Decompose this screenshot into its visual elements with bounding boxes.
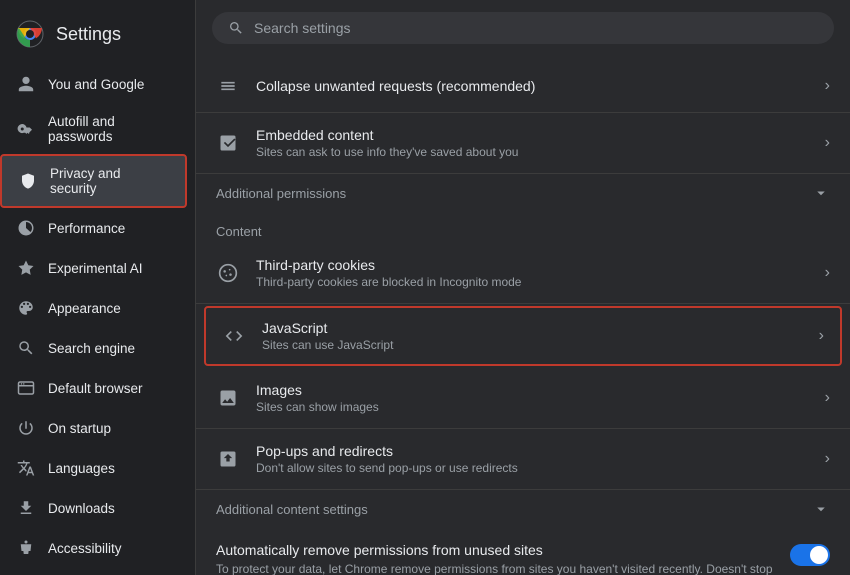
row-title: Embedded content <box>256 127 809 143</box>
sidebar-item-privacy[interactable]: Privacy and security <box>0 154 187 208</box>
palette-icon <box>16 298 36 318</box>
cookie-icon <box>216 261 240 285</box>
browser-icon <box>16 378 36 398</box>
sidebar-item-experimental[interactable]: Experimental AI <box>0 248 187 288</box>
chevron-right-icon: › <box>825 264 830 282</box>
search-input[interactable] <box>254 20 818 36</box>
row-title: Collapse unwanted requests (recommended) <box>256 78 809 94</box>
sidebar-item-performance[interactable]: Performance <box>0 208 187 248</box>
chevron-right-icon: › <box>825 450 830 468</box>
sidebar-item-label: Default browser <box>48 381 171 396</box>
star-icon <box>16 258 36 278</box>
person-icon <box>16 74 36 94</box>
additional-permissions-label: Additional permissions <box>216 186 346 201</box>
key-icon <box>16 119 36 139</box>
chevron-right-icon: › <box>819 327 824 345</box>
sidebar-item-label: Search engine <box>48 341 171 356</box>
app-title: Settings <box>56 24 121 45</box>
sidebar-item-you-and-google[interactable]: You and Google <box>0 64 187 104</box>
sidebar: Settings You and Google Autofill and pas… <box>0 0 196 575</box>
chevron-right-icon: › <box>825 77 830 95</box>
search-icon <box>228 20 244 36</box>
main-content: Collapse unwanted requests (recommended)… <box>196 0 850 575</box>
sidebar-item-label: Appearance <box>48 301 171 316</box>
sidebar-item-languages[interactable]: Languages <box>0 448 187 488</box>
additional-content-label: Additional content settings <box>216 502 368 517</box>
row-text: Pop-ups and redirects Don't allow sites … <box>256 443 809 475</box>
sidebar-item-downloads[interactable]: Downloads <box>0 488 187 528</box>
translate-icon <box>16 458 36 478</box>
gauge-icon <box>16 218 36 238</box>
code-icon <box>222 324 246 348</box>
auto-remove-toggle[interactable] <box>790 544 830 566</box>
sidebar-item-label: Autofill and passwords <box>48 114 171 144</box>
collapse-icon <box>216 74 240 98</box>
row-text: Images Sites can show images <box>256 382 809 414</box>
row-text: Third-party cookies Third-party cookies … <box>256 257 809 289</box>
sidebar-item-label: On startup <box>48 421 171 436</box>
popup-icon <box>216 447 240 471</box>
row-subtitle: Don't allow sites to send pop-ups or use… <box>256 461 809 475</box>
row-subtitle: Third-party cookies are blocked in Incog… <box>256 275 809 289</box>
sidebar-item-appearance[interactable]: Appearance <box>0 288 187 328</box>
sidebar-item-label: Experimental AI <box>48 261 171 276</box>
accessibility-icon <box>16 538 36 558</box>
additional-content-header[interactable]: Additional content settings <box>196 490 850 528</box>
collapse-unwanted-row[interactable]: Collapse unwanted requests (recommended)… <box>196 60 850 113</box>
row-subtitle: Sites can use JavaScript <box>262 338 803 352</box>
sidebar-item-accessibility[interactable]: Accessibility <box>0 528 187 568</box>
sidebar-item-search-engine[interactable]: Search engine <box>0 328 187 368</box>
row-title: Third-party cookies <box>256 257 809 273</box>
sidebar-item-label: Privacy and security <box>50 166 169 196</box>
power-icon <box>16 418 36 438</box>
sidebar-item-default-browser[interactable]: Default browser <box>0 368 187 408</box>
download-icon <box>16 498 36 518</box>
additional-permissions-header[interactable]: Additional permissions <box>196 174 850 212</box>
row-text: Collapse unwanted requests (recommended) <box>256 78 809 94</box>
expand-icon <box>812 500 830 518</box>
chrome-logo-icon <box>16 20 44 48</box>
image-icon <box>216 386 240 410</box>
row-title: Images <box>256 382 809 398</box>
chevron-right-icon: › <box>825 134 830 152</box>
javascript-row[interactable]: JavaScript Sites can use JavaScript › <box>204 306 842 366</box>
sidebar-item-label: Downloads <box>48 501 171 516</box>
toggle-title: Automatically remove permissions from un… <box>216 542 774 558</box>
toggle-text: Automatically remove permissions from un… <box>216 542 774 575</box>
sidebar-item-system[interactable]: System <box>0 568 187 575</box>
expand-icon <box>812 184 830 202</box>
sidebar-item-label: You and Google <box>48 77 171 92</box>
content-label: Content <box>196 212 850 243</box>
embedded-content-row[interactable]: Embedded content Sites can ask to use in… <box>196 113 850 174</box>
row-text: JavaScript Sites can use JavaScript <box>262 320 803 352</box>
search-bar[interactable] <box>212 12 834 44</box>
third-party-cookies-row[interactable]: Third-party cookies Third-party cookies … <box>196 243 850 304</box>
toggle-subtitle: To protect your data, let Chrome remove … <box>216 561 774 575</box>
row-subtitle: Sites can ask to use info they've saved … <box>256 145 809 159</box>
magnifier-icon <box>16 338 36 358</box>
app-header: Settings <box>0 8 195 64</box>
sidebar-item-label: Accessibility <box>48 541 171 556</box>
images-row[interactable]: Images Sites can show images › <box>196 368 850 429</box>
sidebar-item-on-startup[interactable]: On startup <box>0 408 187 448</box>
sidebar-item-label: Performance <box>48 221 171 236</box>
embed-icon <box>216 131 240 155</box>
chevron-right-icon: › <box>825 389 830 407</box>
auto-remove-container: Automatically remove permissions from un… <box>196 528 850 575</box>
row-title: JavaScript <box>262 320 803 336</box>
row-subtitle: Sites can show images <box>256 400 809 414</box>
row-title: Pop-ups and redirects <box>256 443 809 459</box>
popups-row[interactable]: Pop-ups and redirects Don't allow sites … <box>196 429 850 490</box>
row-text: Embedded content Sites can ask to use in… <box>256 127 809 159</box>
shield-icon <box>18 171 38 191</box>
sidebar-item-autofill[interactable]: Autofill and passwords <box>0 104 187 154</box>
sidebar-item-label: Languages <box>48 461 171 476</box>
